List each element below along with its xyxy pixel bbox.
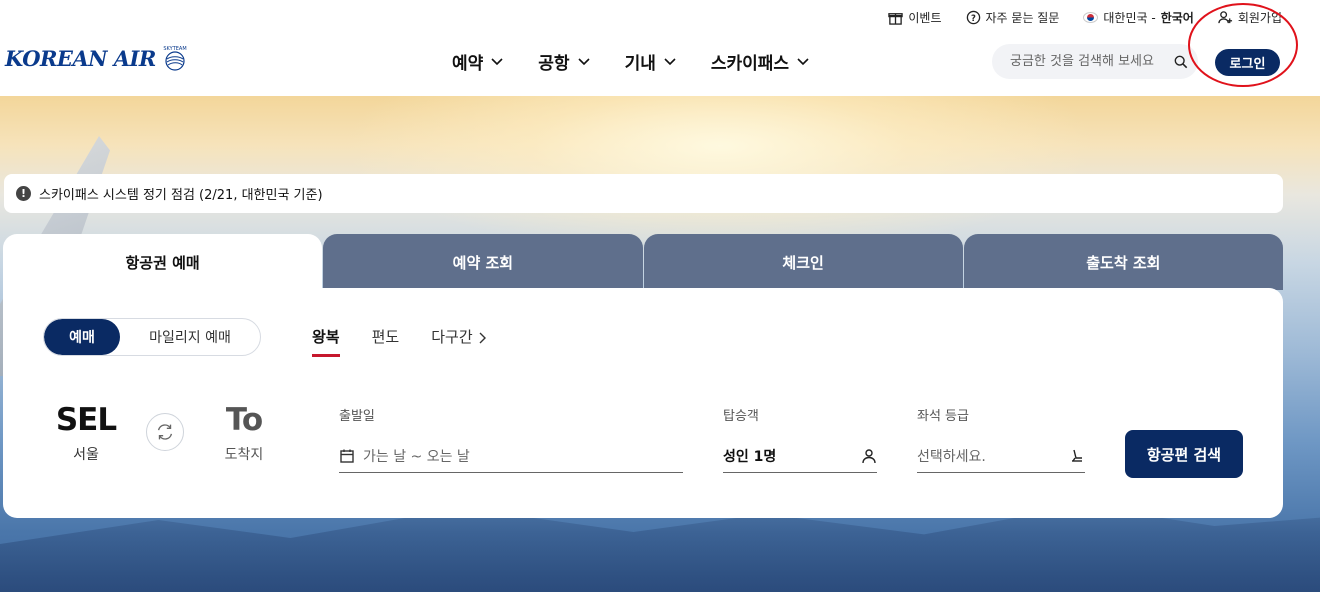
cabin-class-selector[interactable]: 선택하세요. <box>917 440 1085 473</box>
nav-item-label: 예약 <box>452 54 484 74</box>
chevron-down-icon <box>491 57 503 65</box>
tab-ticket-booking[interactable]: 항공권 예매 <box>3 234 323 290</box>
korea-flag-icon <box>1083 12 1099 23</box>
login-button[interactable]: 로그인 <box>1215 49 1280 76</box>
passenger-field: 탑승객 성인 1명 <box>723 405 877 473</box>
nav-item-booking[interactable]: 예약 <box>452 49 503 74</box>
chevron-down-icon <box>797 57 809 65</box>
departure-code: SEL <box>55 402 117 438</box>
cabin-placeholder: 선택하세요. <box>917 449 986 465</box>
tab-check-in[interactable]: 체크인 <box>643 234 963 290</box>
multi-city-label: 다구간 <box>431 328 473 346</box>
trip-type-selector: 왕복 편도 다구간 <box>312 326 487 357</box>
region-selector[interactable]: 대한민국 - 한국어 <box>1083 9 1194 26</box>
skyteam-label: SKYTEAM <box>163 46 186 52</box>
language-label: 한국어 <box>1160 11 1194 25</box>
alert-icon: ! <box>16 186 31 201</box>
nav-item-airport[interactable]: 공항 <box>538 49 590 74</box>
nav-item-label: 기내 <box>624 54 656 74</box>
swap-cities-button[interactable] <box>146 413 184 451</box>
site-search <box>992 44 1198 79</box>
main-nav: 예약 공항 기내 스카이패스 <box>452 49 809 74</box>
question-circle-icon: ? <box>966 10 980 25</box>
faq-link[interactable]: ? 자주 묻는 질문 <box>966 9 1060 26</box>
notice-text: 스카이패스 시스템 정기 점검 (2/21, 대한민국 기준) <box>39 188 323 203</box>
header: 이벤트 ? 자주 묻는 질문 대한민국 - 한국어 회원가입 KOREAN AI… <box>0 0 1320 97</box>
nav-item-label: 공항 <box>538 54 570 74</box>
passenger-selector[interactable]: 성인 1명 <box>723 440 877 473</box>
booking-mode-toggle: 예매 마일리지 예매 <box>43 318 261 356</box>
search-icon[interactable] <box>1174 55 1188 69</box>
trip-multi-city[interactable]: 다구간 <box>431 326 486 357</box>
faq-label: 자주 묻는 질문 <box>985 11 1060 25</box>
departure-city[interactable]: SEL 서울 <box>55 402 117 464</box>
date-label: 출발일 <box>339 409 375 424</box>
search-input[interactable] <box>1008 53 1170 70</box>
date-placeholder: 가는 날 ~ 오는 날 <box>363 449 470 465</box>
utility-bar: 이벤트 ? 자주 묻는 질문 대한민국 - 한국어 회원가입 <box>888 9 1282 26</box>
nav-item-inflight[interactable]: 기내 <box>625 49 676 74</box>
events-label: 이벤트 <box>908 11 942 25</box>
country-label: 대한민국 - <box>1103 11 1156 25</box>
tab-flight-status[interactable]: 출도착 조회 <box>963 234 1283 290</box>
svg-text:?: ? <box>971 13 976 23</box>
swap-arrows-icon <box>157 424 173 440</box>
passenger-value: 성인 1명 <box>723 449 777 465</box>
arrival-city[interactable]: To 도착지 <box>213 402 275 464</box>
departure-date-field: 출발일 가는 날 ~ 오는 날 <box>339 405 683 473</box>
service-tabs: 항공권 예매 예약 조회 체크인 출도착 조회 <box>3 234 1283 290</box>
notice-banner[interactable]: ! 스카이패스 시스템 정기 점검 (2/21, 대한민국 기준) <box>4 174 1283 213</box>
person-icon <box>862 449 876 464</box>
date-picker-input[interactable]: 가는 날 ~ 오는 날 <box>339 440 683 473</box>
signup-link[interactable]: 회원가입 <box>1218 9 1282 26</box>
gift-icon <box>888 13 904 25</box>
calendar-icon <box>340 449 354 463</box>
signup-label: 회원가입 <box>1237 11 1282 25</box>
nav-item-skypass[interactable]: 스카이패스 <box>711 49 809 74</box>
korean-air-logo[interactable]: KOREAN AIR SKYTEAM <box>5 43 190 73</box>
chevron-down-icon <box>664 57 676 65</box>
seat-icon <box>1072 449 1082 462</box>
chevron-down-icon <box>577 57 590 65</box>
cabin-class-field: 좌석 등급 선택하세요. <box>917 405 1085 473</box>
chevron-right-icon <box>479 332 486 343</box>
trip-round-trip[interactable]: 왕복 <box>312 326 340 357</box>
mode-mileage-booking[interactable]: 마일리지 예매 <box>120 319 260 355</box>
search-flights-button[interactable]: 항공편 검색 <box>1125 430 1243 478</box>
skyteam-emblem-icon: SKYTEAM <box>163 46 186 71</box>
departure-name: 서울 <box>73 447 99 463</box>
tab-reservation-lookup[interactable]: 예약 조회 <box>323 234 643 290</box>
cabin-label: 좌석 등급 <box>917 409 969 424</box>
logo-text: KOREAN AIR <box>5 45 156 71</box>
user-plus-icon <box>1218 11 1232 24</box>
arrival-code: To <box>225 402 263 438</box>
booking-panel: 예매 마일리지 예매 왕복 편도 다구간 SEL 서울 To 도착지 출발일 가… <box>3 288 1283 518</box>
trip-one-way[interactable]: 편도 <box>372 326 400 357</box>
events-link[interactable]: 이벤트 <box>888 9 942 26</box>
passenger-label: 탑승객 <box>723 409 759 424</box>
arrival-name: 도착지 <box>224 447 264 463</box>
nav-item-label: 스카이패스 <box>710 54 790 74</box>
mode-regular-booking[interactable]: 예매 <box>44 319 120 355</box>
